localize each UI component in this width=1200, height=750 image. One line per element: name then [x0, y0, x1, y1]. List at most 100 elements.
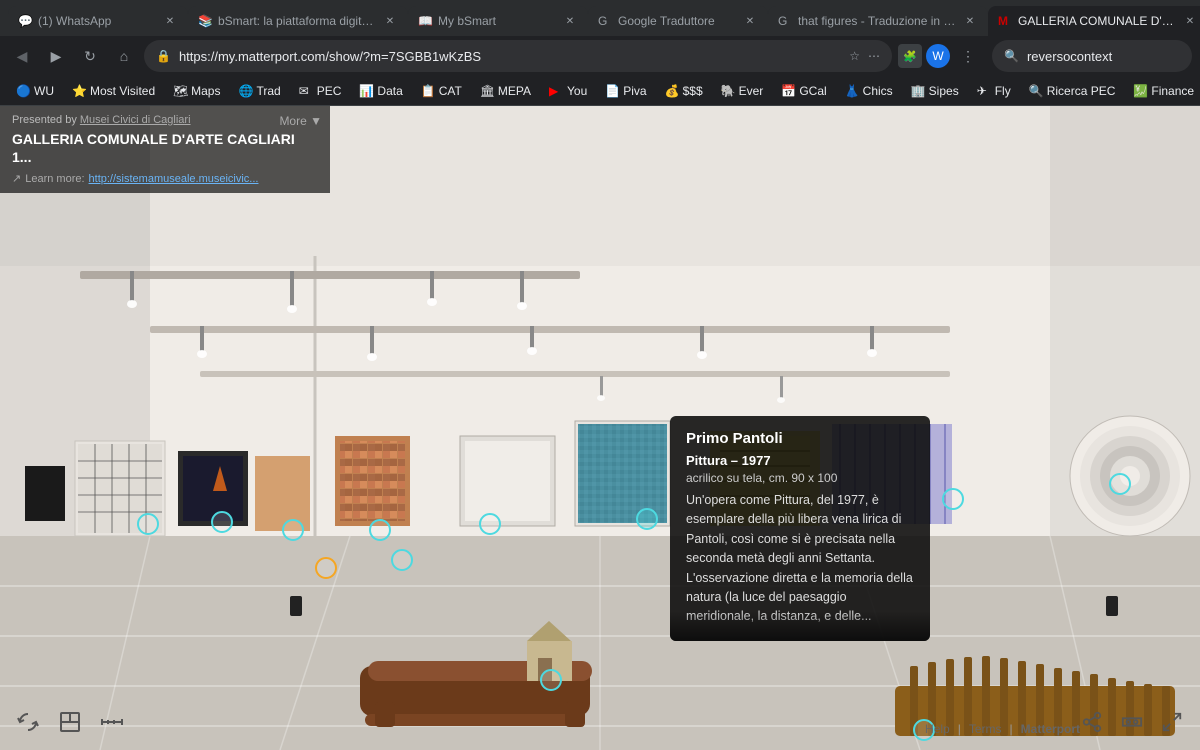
bookmark-fly[interactable]: ✈ Fly: [969, 80, 1019, 102]
measure-button[interactable]: [96, 706, 128, 738]
bookmark-label-chics: Chics: [863, 84, 893, 98]
bookmark-gcal[interactable]: 📅 GCal: [773, 80, 834, 102]
hotspot-4[interactable]: [315, 557, 337, 579]
search-icon: 🔍: [1004, 49, 1019, 63]
tab-favicon-bsmart: 📚: [198, 14, 212, 28]
info-artist: Primo Pantoli: [686, 430, 914, 447]
tab-close-whatsapp[interactable]: ✕: [162, 13, 178, 29]
bookmark-favicon-trad: 🌐: [238, 84, 252, 98]
home-button[interactable]: ⌂: [110, 42, 138, 70]
more-button[interactable]: More ▼: [279, 114, 322, 128]
tab-close-bsmart[interactable]: ✕: [382, 13, 398, 29]
bookmark-ricerca-pec[interactable]: 🔍 Ricerca PEC: [1021, 80, 1124, 102]
museum-title: GALLERIA COMUNALE D'ARTE CAGLIARI 1...: [12, 130, 318, 166]
search-text: reversocontext: [1027, 49, 1180, 64]
learn-more-label: Learn more:: [25, 173, 84, 185]
bookmark-most-visited[interactable]: ⭐ Most Visited: [64, 80, 163, 102]
hotspot-3[interactable]: [282, 519, 304, 541]
bookmark-sipes[interactable]: 🏢 Sipes: [903, 80, 967, 102]
address-bar[interactable]: 🔒 https://my.matterport.com/show/?m=7SGB…: [144, 40, 892, 72]
extensions-button[interactable]: 🧩: [898, 44, 922, 68]
bookmark-pec[interactable]: ✉ PEC: [291, 80, 350, 102]
bookmark-label-ricerca-pec: Ricerca PEC: [1047, 84, 1116, 98]
profile-button[interactable]: W: [926, 44, 950, 68]
bookmark-favicon-gcal: 📅: [781, 84, 795, 98]
hotspot-2[interactable]: [211, 511, 233, 533]
bookmark-ever[interactable]: 🐘 Ever: [713, 80, 772, 102]
hotspot-6[interactable]: [391, 549, 413, 571]
bookmark-you[interactable]: ▶ You: [541, 80, 595, 102]
floorplan-button[interactable]: [54, 706, 86, 738]
tab-bsmart[interactable]: 📚 bSmart: la piattaforma digitale... ✕: [188, 6, 408, 36]
bookmark-star-icon[interactable]: ☆: [849, 49, 860, 63]
chrome-menu-button[interactable]: ⋮: [954, 42, 982, 70]
learn-more-url[interactable]: http://sistemamuseale.museicivic...: [89, 173, 259, 185]
tab-title-galleria: GALLERIA COMUNALE D'ARTE...: [1018, 14, 1176, 28]
tab-close-gtranslate[interactable]: ✕: [742, 13, 758, 29]
bookmark-wu[interactable]: 🔵 WU: [8, 80, 62, 102]
bookmark-favicon-ever: 🐘: [721, 84, 735, 98]
hotspot-12[interactable]: [1109, 473, 1131, 495]
hotspot-1[interactable]: [137, 513, 159, 535]
bookmark-label-pec: PEC: [317, 84, 342, 98]
address-bar-row: ◀ ▶ ↻ ⌂ 🔒 https://my.matterport.com/show…: [0, 36, 1200, 76]
help-link[interactable]: Help: [925, 722, 950, 736]
info-work-title: Pittura – 1977: [686, 453, 914, 468]
museum-overlay: Presented by Musei Civici di Cagliari GA…: [0, 106, 330, 193]
bookmark-maps[interactable]: 🗺 Maps: [165, 80, 228, 102]
lock-icon: 🔒: [156, 49, 171, 63]
tab-title-bsmart: bSmart: la piattaforma digitale...: [218, 14, 376, 28]
hotspot-10[interactable]: [942, 488, 964, 510]
tab-galleria[interactable]: M GALLERIA COMUNALE D'ARTE... ✕: [988, 6, 1200, 36]
presented-by-text: Presented by Musei Civici di Cagliari: [12, 114, 318, 126]
tab-mybsmart[interactable]: 📖 My bSmart ✕: [408, 6, 588, 36]
bookmark-chics[interactable]: 👗 Chics: [837, 80, 901, 102]
bookmark-label-piva: Piva: [623, 84, 646, 98]
bookmark-piva[interactable]: 📄 Piva: [597, 80, 654, 102]
bookmark-favicon-sss: 💰: [665, 84, 679, 98]
tab-bar: 💬 (1) WhatsApp ✕ 📚 bSmart: la piattaform…: [0, 0, 1200, 36]
viewport[interactable]: Presented by Musei Civici di Cagliari GA…: [0, 106, 1200, 750]
back-button[interactable]: ◀: [8, 42, 36, 70]
vr-button[interactable]: [1116, 706, 1148, 738]
bookmark-trad[interactable]: 🌐 Trad: [230, 80, 288, 102]
url-text: https://my.matterport.com/show/?m=7SGBB1…: [179, 49, 841, 64]
bookmark-favicon-chics: 👗: [845, 84, 859, 98]
curator-link[interactable]: Musei Civici di Cagliari: [80, 114, 191, 126]
learn-more-row: ↗ Learn more: http://sistemamuseale.muse…: [12, 172, 318, 185]
fullscreen-button[interactable]: [1156, 706, 1188, 738]
bookmark-data[interactable]: 📊 Data: [351, 80, 410, 102]
forward-button[interactable]: ▶: [42, 42, 70, 70]
tab-gtranslate[interactable]: G Google Traduttore ✕: [588, 6, 768, 36]
bookmark-sss[interactable]: 💰 $$$: [657, 80, 711, 102]
bookmark-label-finance: Finance: [1151, 84, 1194, 98]
tab-close-thatfigures[interactable]: ✕: [962, 13, 978, 29]
bookmark-label-wu: WU: [34, 84, 54, 98]
extensions-icon[interactable]: ⋯: [868, 49, 880, 63]
bookmarks-bar: 🔵 WU ⭐ Most Visited 🗺 Maps 🌐 Trad ✉ PEC …: [0, 76, 1200, 106]
search-bar[interactable]: 🔍 reversocontext: [992, 40, 1192, 72]
browser-chrome: 💬 (1) WhatsApp ✕ 📚 bSmart: la piattaform…: [0, 0, 1200, 106]
tab-thatfigures[interactable]: G that figures - Traduzione in ital... ✕: [768, 6, 988, 36]
reload-button[interactable]: ↻: [76, 42, 104, 70]
tab-title-thatfigures: that figures - Traduzione in ital...: [798, 14, 956, 28]
share-button[interactable]: [1076, 706, 1108, 738]
hotspot-5[interactable]: [369, 519, 391, 541]
matterport-link[interactable]: Matterport: [1021, 722, 1080, 736]
tab-close-mybsmart[interactable]: ✕: [562, 13, 578, 29]
tab-close-galleria[interactable]: ✕: [1182, 13, 1198, 29]
bottom-controls: [12, 706, 128, 738]
info-medium: acrilico su tela, cm. 90 x 100: [686, 471, 914, 485]
bookmark-mepa[interactable]: 🏛 MEPA: [472, 80, 539, 102]
hotspot-9[interactable]: [636, 508, 658, 530]
bookmark-finance[interactable]: 💹 Finance: [1125, 80, 1200, 102]
bookmark-cat[interactable]: 📋 CAT: [413, 80, 470, 102]
tab-whatsapp[interactable]: 💬 (1) WhatsApp ✕: [8, 6, 188, 36]
rotate-button[interactable]: [12, 706, 44, 738]
terms-link[interactable]: Terms: [969, 722, 1002, 736]
learn-more-icon: ↗: [12, 172, 21, 185]
hotspot-7[interactable]: [479, 513, 501, 535]
bookmark-favicon-maps: 🗺: [173, 84, 187, 98]
bookmark-favicon-you: ▶: [549, 84, 563, 98]
hotspot-8[interactable]: [540, 669, 562, 691]
